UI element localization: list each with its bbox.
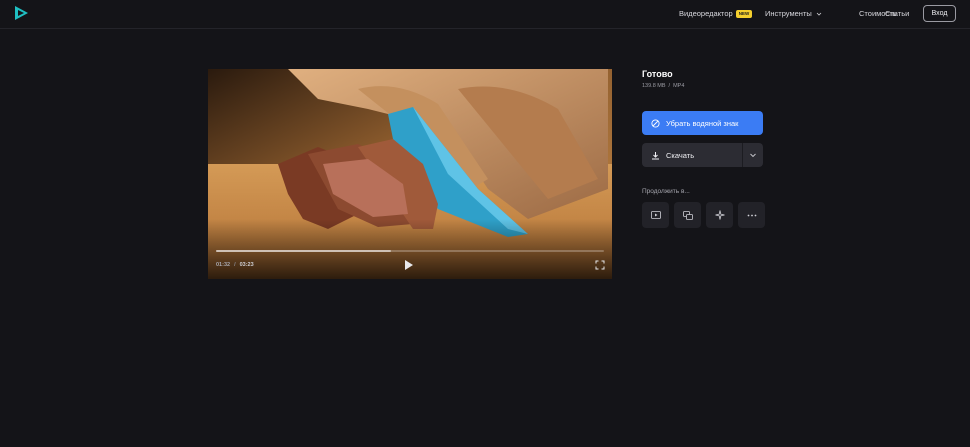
nav-tools-dropdown[interactable]: Инструменты xyxy=(765,9,822,18)
download-group: Скачать xyxy=(642,143,763,167)
continue-tools xyxy=(642,202,765,228)
download-label: Скачать xyxy=(666,150,695,160)
fullscreen-icon[interactable] xyxy=(595,260,605,270)
file-size: 139.8 MB xyxy=(642,83,666,89)
no-watermark-icon xyxy=(651,118,660,128)
file-meta: 139.8 MB / MP4 xyxy=(642,83,764,89)
time-display: 01:32 / 03:23 xyxy=(216,262,254,268)
continue-in-label: Продолжить в... xyxy=(642,188,690,195)
duplicate-tool-button[interactable] xyxy=(674,202,701,228)
play-logo-icon[interactable] xyxy=(12,4,30,22)
download-options-button[interactable] xyxy=(743,143,763,167)
status-title: Готово xyxy=(642,69,673,79)
duplicate-icon xyxy=(682,210,693,220)
more-dots-icon xyxy=(747,214,756,216)
meta-separator: / xyxy=(668,83,671,89)
chevron-down-icon xyxy=(816,12,822,16)
chevron-down-icon xyxy=(750,153,756,158)
nav-video-editor-label: Видеоредактор xyxy=(679,9,733,18)
result-panel: Готово 139.8 MB / MP4 Убрать водяной зна… xyxy=(642,69,765,228)
file-format: MP4 xyxy=(673,83,685,89)
download-icon xyxy=(652,151,659,159)
nav-video-editor[interactable]: Видеоредактор NEW xyxy=(679,9,753,18)
nav-articles-label: Статьи xyxy=(885,9,910,18)
top-header: Видеоредактор NEW Инструменты Стоимость … xyxy=(0,0,970,29)
video-frame xyxy=(208,69,612,279)
progress-bar[interactable] xyxy=(216,250,604,252)
video-player-tool-button[interactable] xyxy=(642,202,669,228)
more-tools-button[interactable] xyxy=(738,202,765,228)
sparkle-icon xyxy=(714,210,725,220)
play-icon[interactable] xyxy=(404,259,414,271)
login-button[interactable]: Вход xyxy=(923,5,956,22)
duration: 03:23 xyxy=(239,262,254,268)
progress-fill xyxy=(216,250,391,252)
current-time: 01:32 xyxy=(216,262,231,268)
new-badge: NEW xyxy=(735,9,753,18)
nav-tools-label: Инструменты xyxy=(765,9,812,18)
time-separator: / xyxy=(234,262,236,268)
video-player[interactable]: 01:32 / 03:23 xyxy=(208,69,612,279)
download-button[interactable]: Скачать xyxy=(642,143,743,167)
video-player-icon xyxy=(650,211,661,219)
nav-articles[interactable]: Статьи xyxy=(885,9,909,18)
sparkle-tool-button[interactable] xyxy=(706,202,733,228)
remove-watermark-button[interactable]: Убрать водяной знак xyxy=(642,111,763,135)
remove-watermark-label: Убрать водяной знак xyxy=(666,118,739,128)
